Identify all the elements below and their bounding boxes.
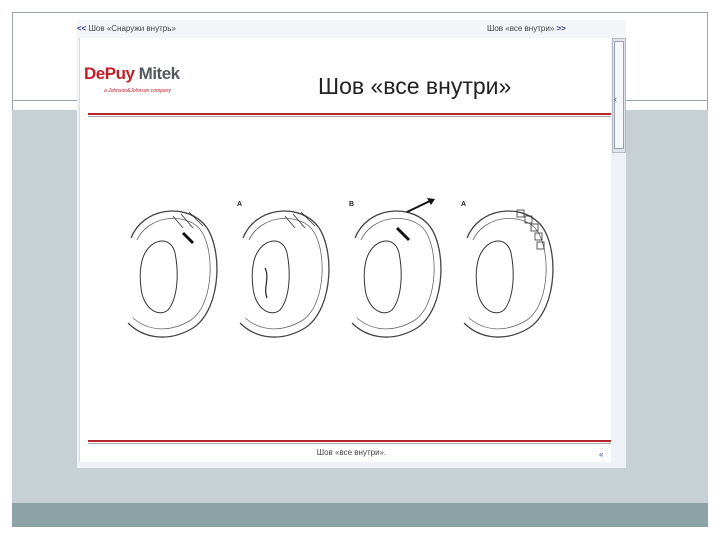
next-link[interactable]: Шов «все внутри» >> <box>487 24 566 33</box>
slide-rule-right <box>626 100 708 101</box>
bottom-caption: Шов «все внутри». <box>316 448 387 457</box>
slide-footer-bar <box>12 503 708 527</box>
top-navigation: << Шов «Снаружи внутрь» Шов «все внутри»… <box>77 20 626 38</box>
next-link-label: Шов «все внутри» <box>487 24 555 33</box>
prev-link-label: Шов «Снаружи внутрь» <box>88 24 176 33</box>
depuy-mitek-logo: DePuy Mitek a Johnson&Johnson company <box>84 64 244 104</box>
meniscus-diagram-4: A <box>461 201 554 338</box>
header-divider-shadow <box>88 116 611 117</box>
slide-content: DePuy Mitek a Johnson&Johnson company Шо… <box>79 38 611 462</box>
vertical-scrollbar[interactable]: ‹ <box>612 38 626 153</box>
footer-divider-shadow <box>88 443 611 444</box>
figure-3-letter: B <box>349 201 354 208</box>
header-divider <box>88 113 611 115</box>
figure-2-letter: A <box>237 201 242 208</box>
meniscus-diagram-1 <box>127 210 218 338</box>
next-arrow-icon: >> <box>556 24 566 33</box>
prev-link[interactable]: << Шов «Снаружи внутрь» <box>77 24 176 33</box>
footer-divider <box>88 440 611 442</box>
logo-brand-depuy: DePuy <box>84 64 135 83</box>
meniscus-diagram-2: A <box>237 201 330 338</box>
logo-tagline: a Johnson&Johnson company <box>104 88 171 94</box>
embedded-window: << Шов «Снаружи внутрь» Шов «все внутри»… <box>77 20 626 468</box>
figure-4-letter: A <box>461 201 466 208</box>
suture-illustrations: A B A <box>123 198 573 363</box>
slide-title: Шов «все внутри» <box>318 73 512 99</box>
prev-arrow-icon: << <box>77 24 87 33</box>
meniscus-diagram-3: B <box>349 198 442 338</box>
slide-rule-left <box>12 100 78 101</box>
scroll-arrow-icon[interactable]: ‹ <box>614 94 617 104</box>
logo-brand-mitek: Mitek <box>138 64 180 83</box>
